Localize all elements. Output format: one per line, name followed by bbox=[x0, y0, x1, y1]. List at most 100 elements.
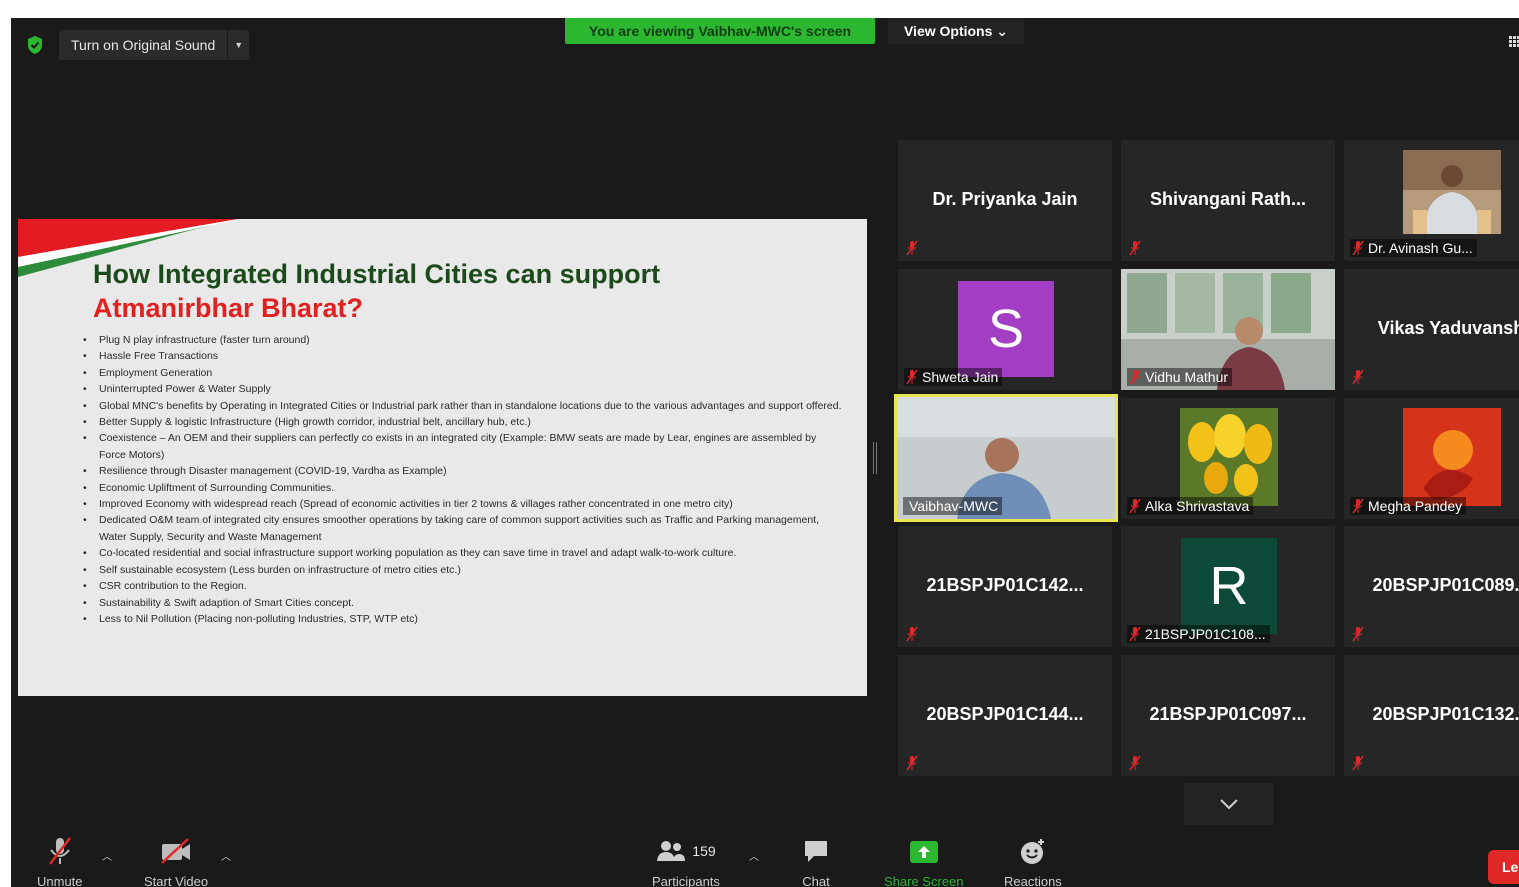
participant-name: Shivangani Rath... bbox=[1149, 189, 1307, 209]
mic-muted-icon bbox=[48, 837, 71, 865]
bullet-item: Better Supply & logistic Infrastructure … bbox=[83, 414, 843, 431]
mic-muted-icon bbox=[1352, 369, 1364, 385]
participant-photo bbox=[1403, 408, 1501, 506]
mic-muted-icon bbox=[906, 755, 918, 771]
active-speaker-tile[interactable]: Vaibhav-MWC bbox=[894, 394, 1118, 522]
top-left-controls: Turn on Original Sound ▼ bbox=[25, 30, 250, 60]
participant-caption bbox=[1350, 368, 1368, 386]
bullet-item: Plug N play infrastructure (faster turn … bbox=[83, 332, 843, 349]
participant-caption bbox=[1350, 754, 1368, 772]
participant-tile[interactable]: Dr. Avinash Gu... bbox=[1344, 140, 1519, 261]
participant-caption: 21BSPJP01C108... bbox=[1127, 625, 1270, 643]
participant-tile[interactable]: Alka Shrivastava bbox=[1121, 398, 1335, 519]
participant-caption: Megha Pandey bbox=[1350, 497, 1467, 515]
chat-button[interactable]: Chat bbox=[802, 836, 830, 887]
participant-tile[interactable]: S Shweta Jain bbox=[898, 269, 1112, 390]
original-sound-button[interactable]: Turn on Original Sound ▼ bbox=[59, 30, 250, 60]
shield-check-icon[interactable] bbox=[25, 34, 45, 56]
participant-name: 21BSPJP01C142... bbox=[926, 575, 1084, 595]
share-screen-button[interactable]: Share Screen bbox=[884, 836, 964, 887]
participant-caption bbox=[904, 754, 922, 772]
participant-tile[interactable]: 21BSPJP01C097... bbox=[1121, 655, 1335, 776]
reactions-smiley-icon bbox=[1020, 839, 1044, 864]
bullet-item: Less to Nil Pollution (Placing non-pollu… bbox=[83, 611, 843, 628]
avatar-letter: R bbox=[1209, 556, 1249, 616]
bullet-item: Global MNC's benefits by Operating in In… bbox=[83, 398, 843, 415]
participant-caption: Dr. Avinash Gu... bbox=[1350, 239, 1477, 257]
mic-muted-icon bbox=[1129, 369, 1141, 385]
participants-icon bbox=[657, 841, 686, 861]
slide-title: How Integrated Industrial Cities can sup… bbox=[93, 257, 660, 325]
pane-resize-handle[interactable] bbox=[873, 442, 877, 474]
bullet-item: Dedicated O&M team of integrated city en… bbox=[83, 512, 843, 545]
start-video-label: Start Video bbox=[144, 874, 209, 887]
shared-screen-slide: How Integrated Industrial Cities can sup… bbox=[18, 219, 867, 696]
participant-tile[interactable]: Megha Pandey bbox=[1344, 398, 1519, 519]
gallery-scroll-down-button[interactable] bbox=[1184, 783, 1274, 825]
participant-tile[interactable]: Shivangani Rath... bbox=[1121, 140, 1335, 261]
viewing-screen-banner: You are viewing Vaibhav-MWC's screen bbox=[565, 18, 875, 44]
mic-muted-icon bbox=[906, 626, 918, 642]
participant-tile[interactable]: 20BSPJP01C132... bbox=[1344, 655, 1519, 776]
participant-caption-name: Vidhu Mathur bbox=[1145, 369, 1229, 385]
participant-tile[interactable]: R 21BSPJP01C108... bbox=[1121, 526, 1335, 647]
participant-tile[interactable]: Vikas Yaduvansh bbox=[1344, 269, 1519, 390]
bullet-item: Economic Upliftment of Surrounding Commu… bbox=[83, 480, 843, 497]
participant-caption-name: 21BSPJP01C108... bbox=[1145, 626, 1266, 642]
participant-caption-name: Megha Pandey bbox=[1368, 498, 1463, 514]
mic-muted-icon bbox=[1129, 755, 1141, 771]
share-screen-label: Share Screen bbox=[884, 874, 964, 887]
participant-caption-name: Alka Shrivastava bbox=[1145, 498, 1250, 514]
participant-tile[interactable]: Vidhu Mathur bbox=[1121, 269, 1335, 390]
participant-photo bbox=[1403, 150, 1501, 234]
audio-options-caret-icon[interactable]: ︿ bbox=[102, 848, 112, 863]
mic-muted-icon bbox=[906, 240, 918, 256]
leave-button[interactable]: Le bbox=[1488, 850, 1519, 884]
bullet-item: Hassle Free Transactions bbox=[83, 348, 843, 365]
participant-tile[interactable]: 21BSPJP01C142... bbox=[898, 526, 1112, 647]
bullet-item: Coexistence – An OEM and their suppliers… bbox=[83, 430, 843, 463]
participant-tile[interactable]: 20BSPJP01C089... bbox=[1344, 526, 1519, 647]
caret-down-icon[interactable]: ▼ bbox=[227, 30, 249, 60]
zoom-meeting-window: Turn on Original Sound ▼ You are viewing… bbox=[11, 18, 1519, 887]
participant-caption bbox=[904, 625, 922, 643]
reactions-button[interactable]: Reactions bbox=[1004, 836, 1062, 887]
participants-label: Participants bbox=[652, 874, 720, 887]
share-screen-icon bbox=[909, 841, 938, 863]
start-video-button[interactable]: Start Video bbox=[144, 836, 208, 887]
slide-title-line-1: How Integrated Industrial Cities can sup… bbox=[93, 259, 661, 289]
participant-name: 20BSPJP01C089... bbox=[1372, 575, 1519, 595]
unmute-label: Unmute bbox=[37, 874, 83, 887]
mic-muted-icon bbox=[1129, 626, 1141, 642]
participant-caption: Alka Shrivastava bbox=[1127, 497, 1254, 515]
participant-caption-name: Shweta Jain bbox=[922, 369, 999, 385]
participant-caption bbox=[1350, 625, 1368, 643]
mic-muted-icon bbox=[1352, 755, 1364, 771]
participant-tile[interactable]: 20BSPJP01C144... bbox=[898, 655, 1112, 776]
mic-muted-icon bbox=[1129, 498, 1141, 514]
participant-caption bbox=[1127, 754, 1145, 772]
unmute-button[interactable]: Unmute bbox=[37, 836, 83, 887]
participant-caption bbox=[1127, 239, 1145, 257]
bullet-item: Employment Generation bbox=[83, 365, 843, 382]
participant-caption: Shweta Jain bbox=[904, 368, 1003, 386]
participants-options-caret-icon[interactable]: ︿ bbox=[749, 848, 759, 863]
participant-caption bbox=[904, 239, 922, 257]
participant-name: 20BSPJP01C144... bbox=[926, 704, 1084, 724]
bullet-item: CSR contribution to the Region. bbox=[83, 578, 843, 595]
gallery-view-icon[interactable] bbox=[1509, 36, 1519, 47]
participant-tile[interactable]: Dr. Priyanka Jain bbox=[898, 140, 1112, 261]
view-options-button[interactable]: View Options ⌄ bbox=[888, 18, 1024, 44]
participants-count: 159 bbox=[692, 843, 716, 859]
bullet-item: Uninterrupted Power & Water Supply bbox=[83, 381, 843, 398]
participant-name: Vikas Yaduvansh bbox=[1377, 318, 1519, 338]
video-options-caret-icon[interactable]: ︿ bbox=[221, 848, 231, 863]
chevron-down-icon bbox=[1220, 799, 1238, 810]
mic-muted-icon bbox=[1129, 240, 1141, 256]
bullet-item: Improved Economy with widespread reach (… bbox=[83, 496, 843, 513]
participant-caption: Vidhu Mathur bbox=[1127, 368, 1233, 386]
participants-button[interactable]: 159 Participants bbox=[652, 836, 720, 887]
reactions-label: Reactions bbox=[1004, 874, 1062, 887]
mic-muted-icon bbox=[906, 369, 918, 385]
participant-photo bbox=[1180, 408, 1278, 506]
